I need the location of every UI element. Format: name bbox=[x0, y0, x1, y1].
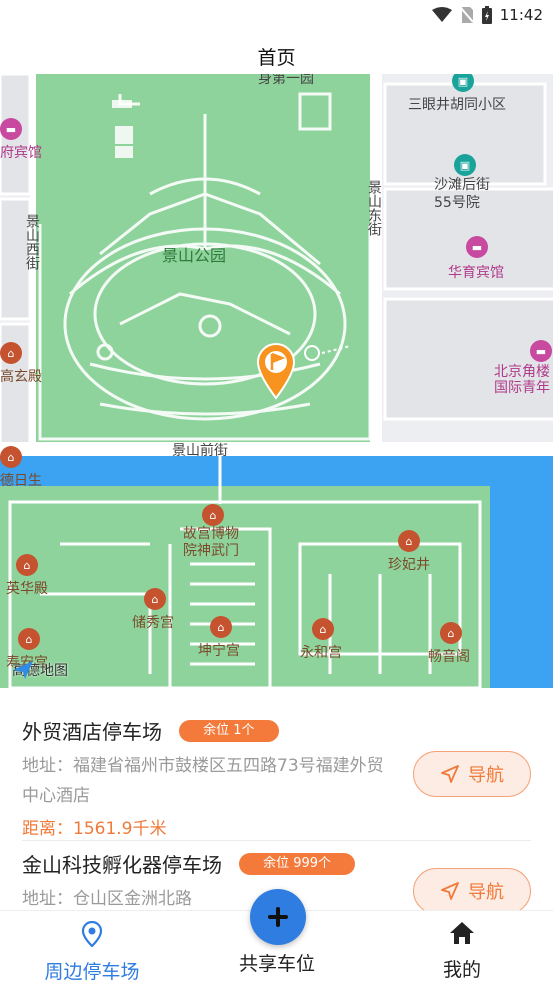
tab-label: 我的 bbox=[442, 959, 481, 981]
map-label-chuxiu: 储秀宫 bbox=[132, 615, 174, 631]
plus-icon bbox=[268, 907, 288, 927]
parking-distance: 距离：1561.9千米 bbox=[22, 819, 167, 839]
map-label-road-west: 景山西街 bbox=[24, 214, 40, 270]
app-screen: 11:42 首页 身第一园 三眼井胡同小区 沙滩后街 55号院 华育宾馆 府宾馆… bbox=[0, 0, 553, 983]
palace-area bbox=[0, 486, 490, 688]
map-label-jiaolou: 北京角楼 国际青年 bbox=[494, 364, 550, 396]
battery-charging-icon bbox=[481, 6, 492, 24]
navigate-button-label: 导航 bbox=[468, 882, 504, 903]
navigate-button[interactable]: 导航 bbox=[413, 751, 531, 797]
availability-badge: 余位 1个 bbox=[179, 719, 279, 742]
map-label-huayu: 华育宾馆 bbox=[448, 265, 504, 281]
temple-icon[interactable]: ⌂ bbox=[16, 554, 38, 576]
tab-nearby-parking[interactable]: 周边停车场 bbox=[22, 920, 162, 983]
temple-icon[interactable]: ⌂ bbox=[0, 446, 22, 468]
temple-icon[interactable]: ⌂ bbox=[440, 622, 462, 644]
no-sim-icon bbox=[460, 7, 474, 23]
status-bar: 11:42 bbox=[0, 0, 553, 32]
navigation-arrow-icon bbox=[441, 765, 459, 783]
map-label-sanyanjing: 三眼井胡同小区 bbox=[408, 97, 506, 113]
map-view[interactable]: 身第一园 三眼井胡同小区 沙滩后街 55号院 华育宾馆 府宾馆 北京角楼 国际青… bbox=[0, 74, 553, 688]
navigate-button-label: 导航 bbox=[468, 765, 504, 786]
parking-list[interactable]: 外贸酒店停车场 余位 1个 地址：福建省福州市鼓楼区五四路73号福建外贸中心酒店… bbox=[0, 688, 553, 910]
temple-icon[interactable]: ⌂ bbox=[312, 618, 334, 640]
parking-name: 金山科技孵化器停车场 bbox=[22, 853, 222, 877]
availability-badge: 余位 999个 bbox=[239, 852, 356, 875]
map-label-yonghe: 永和宫 bbox=[300, 645, 342, 661]
map-label-road-east: 景山东街 bbox=[366, 180, 382, 236]
tab-mine[interactable]: 我的 bbox=[392, 921, 532, 982]
map-label-fu-bingguan: 府宾馆 bbox=[0, 145, 42, 161]
parking-address: 地址：仓山区金洲北路 bbox=[22, 889, 192, 909]
page-title: 首页 bbox=[257, 47, 296, 69]
status-icons: 11:42 bbox=[431, 6, 543, 24]
navigate-button[interactable]: 导航 bbox=[413, 868, 531, 910]
map-logo: 高德地图 bbox=[12, 660, 68, 680]
map-label-gaoxuan: 高玄殿 bbox=[0, 369, 42, 385]
map-label-park: 景山公园 bbox=[162, 246, 227, 265]
hotel-icon[interactable]: ▬ bbox=[0, 118, 22, 140]
location-pin-icon bbox=[81, 920, 103, 948]
temple-icon[interactable]: ⌂ bbox=[202, 504, 224, 526]
navigation-arrow-icon bbox=[441, 882, 459, 900]
map-label-zhenfei: 珍妃井 bbox=[388, 557, 430, 573]
list-item[interactable]: 外贸酒店停车场 余位 1个 地址：福建省福州市鼓楼区五四路73号福建外贸中心酒店… bbox=[22, 688, 531, 841]
app-header: 首页 bbox=[0, 32, 553, 74]
temple-icon[interactable]: ⌂ bbox=[18, 628, 40, 650]
temple-icon[interactable]: ⌂ bbox=[144, 588, 166, 610]
home-icon bbox=[450, 922, 474, 944]
tab-label: 共享车位 bbox=[238, 953, 315, 975]
tab-label: 周边停车场 bbox=[44, 961, 140, 983]
temple-icon[interactable]: ⌂ bbox=[398, 530, 420, 552]
temple-icon[interactable]: ⌂ bbox=[210, 616, 232, 638]
hotel-icon[interactable]: ▬ bbox=[530, 340, 552, 362]
map-label-deri: 德日生 bbox=[0, 473, 42, 489]
map-label-shatan: 沙滩后街 55号院 bbox=[434, 177, 490, 211]
map-label-yinghua: 英华殿 bbox=[6, 581, 48, 597]
map-label-kunning: 坤宁宫 bbox=[198, 643, 240, 659]
status-time: 11:42 bbox=[499, 6, 543, 24]
navigation-arrow-icon bbox=[13, 661, 33, 679]
temple-icon[interactable]: ⌂ bbox=[0, 342, 22, 364]
add-button[interactable] bbox=[250, 889, 306, 945]
map-label-road-front: 景山前街 bbox=[172, 443, 228, 459]
tab-shared-spot[interactable]: 共享车位 bbox=[207, 949, 347, 976]
map-label-changyin: 畅音阁 bbox=[428, 649, 470, 665]
parking-address: 地址：福建省福州市鼓楼区五四路73号福建外贸中心酒店 bbox=[22, 756, 384, 806]
residential-icon[interactable]: ▣ bbox=[454, 154, 476, 176]
wifi-icon bbox=[431, 7, 452, 22]
parking-name: 外贸酒店停车场 bbox=[22, 720, 162, 744]
hotel-icon[interactable]: ▬ bbox=[466, 236, 488, 258]
map-label-top-road: 身第一园 bbox=[258, 74, 314, 87]
map-label-palace: 故宫博物 院神武门 bbox=[183, 526, 239, 559]
